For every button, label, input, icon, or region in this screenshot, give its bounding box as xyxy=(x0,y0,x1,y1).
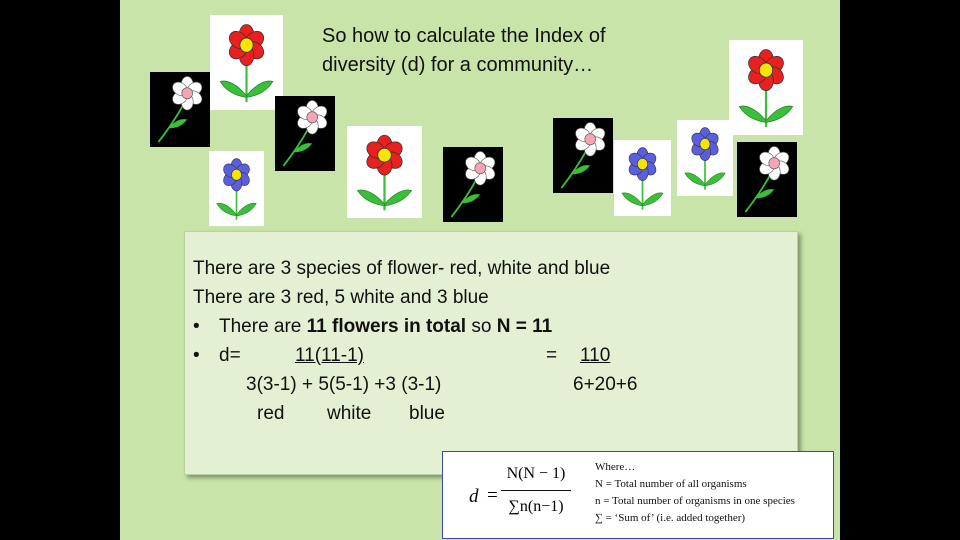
bullet: • xyxy=(193,316,200,337)
white-flower-card xyxy=(150,72,210,147)
white-flower-icon xyxy=(737,142,797,217)
total-mid: so xyxy=(466,316,497,337)
white-flower-card xyxy=(443,147,503,222)
formula-numerator: N(N − 1) xyxy=(506,465,566,482)
formula-equals: = xyxy=(487,485,498,506)
total-bold: 11 flowers in total xyxy=(306,316,467,337)
white-flower-card xyxy=(737,142,797,217)
formula-note: N = Total number of all organisms xyxy=(595,478,747,490)
blue-flower-card xyxy=(209,151,264,226)
species-line: There are 3 species of flower- red, whit… xyxy=(193,258,611,279)
slide: So how to calculate the Index of diversi… xyxy=(120,0,840,540)
label-white: white xyxy=(327,403,372,424)
label-blue: blue xyxy=(409,403,445,424)
counts-line: There are 3 red, 5 white and 3 blue xyxy=(193,287,489,308)
white-flower-icon xyxy=(275,96,335,171)
total-line: There are 11 flowers in total so N = 11 xyxy=(219,316,552,338)
blue-flower-icon xyxy=(209,151,264,226)
blue-flower-icon xyxy=(677,120,733,196)
white-flower-icon xyxy=(150,72,210,147)
formula-note: n = Total number of organisms in one spe… xyxy=(595,495,795,507)
white-flower-icon xyxy=(553,118,613,193)
formula-box: d = N(N − 1) ∑n(n−1) Where… N = Total nu… xyxy=(442,451,834,539)
red-flower-card xyxy=(210,15,283,110)
red-flower-icon xyxy=(210,15,283,110)
result-numerator: 110 xyxy=(580,345,611,366)
red-flower-icon xyxy=(347,126,422,218)
slide-title: So how to calculate the Index of diversi… xyxy=(322,25,606,76)
blue-flower-card xyxy=(677,120,733,196)
formula-note: Where… xyxy=(595,461,636,473)
n-value: N = 11 xyxy=(496,316,553,337)
fraction-line xyxy=(501,490,571,491)
red-flower-icon xyxy=(729,40,803,135)
white-flower-card xyxy=(553,118,613,193)
white-flower-card xyxy=(275,96,335,171)
formula-note: ∑ = ‘Sum of’ (i.e. added together) xyxy=(595,512,746,524)
formula-denominator: ∑n(n−1) xyxy=(508,498,564,515)
bullet: • xyxy=(193,345,200,366)
formula-d: d xyxy=(469,486,479,507)
blue-flower-icon xyxy=(614,140,671,216)
d-denominator: 3(3-1) + 5(5-1) +3 (3-1) xyxy=(246,374,442,395)
total-pre: There are xyxy=(219,316,307,337)
result-denominator: 6+20+6 xyxy=(573,374,638,395)
calculation-textbox: There are 3 species of flower- red, whit… xyxy=(184,231,798,475)
red-flower-card xyxy=(729,40,803,135)
red-flower-card xyxy=(347,126,422,218)
blue-flower-card xyxy=(614,140,671,216)
d-label: d= xyxy=(219,345,241,366)
equals-sign: = xyxy=(546,345,558,366)
d-numerator: 11(11-1) xyxy=(295,345,364,366)
white-flower-icon xyxy=(443,147,503,222)
label-red: red xyxy=(257,403,285,424)
